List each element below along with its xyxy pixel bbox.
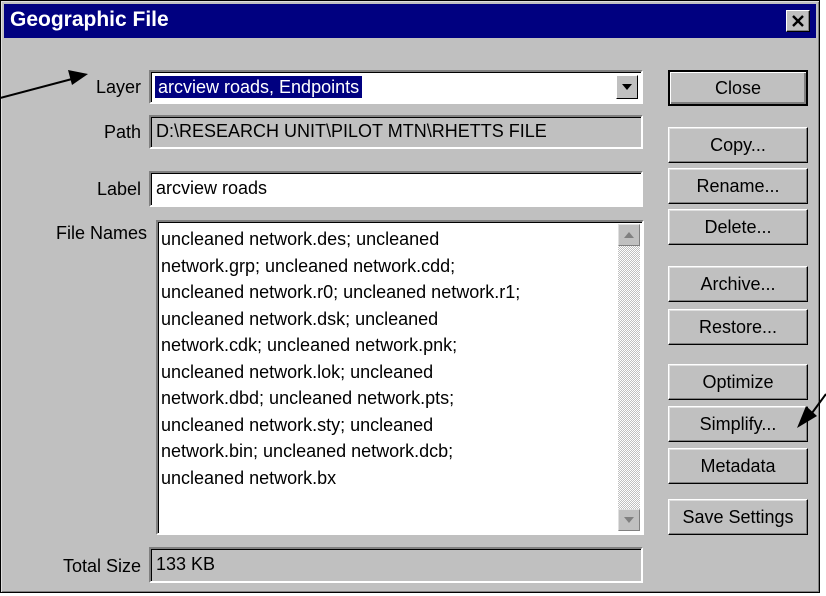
pointer-arrow-icon [0,70,88,99]
pointer-arrow-icon [797,393,826,428]
annotation-arrows [0,70,826,428]
